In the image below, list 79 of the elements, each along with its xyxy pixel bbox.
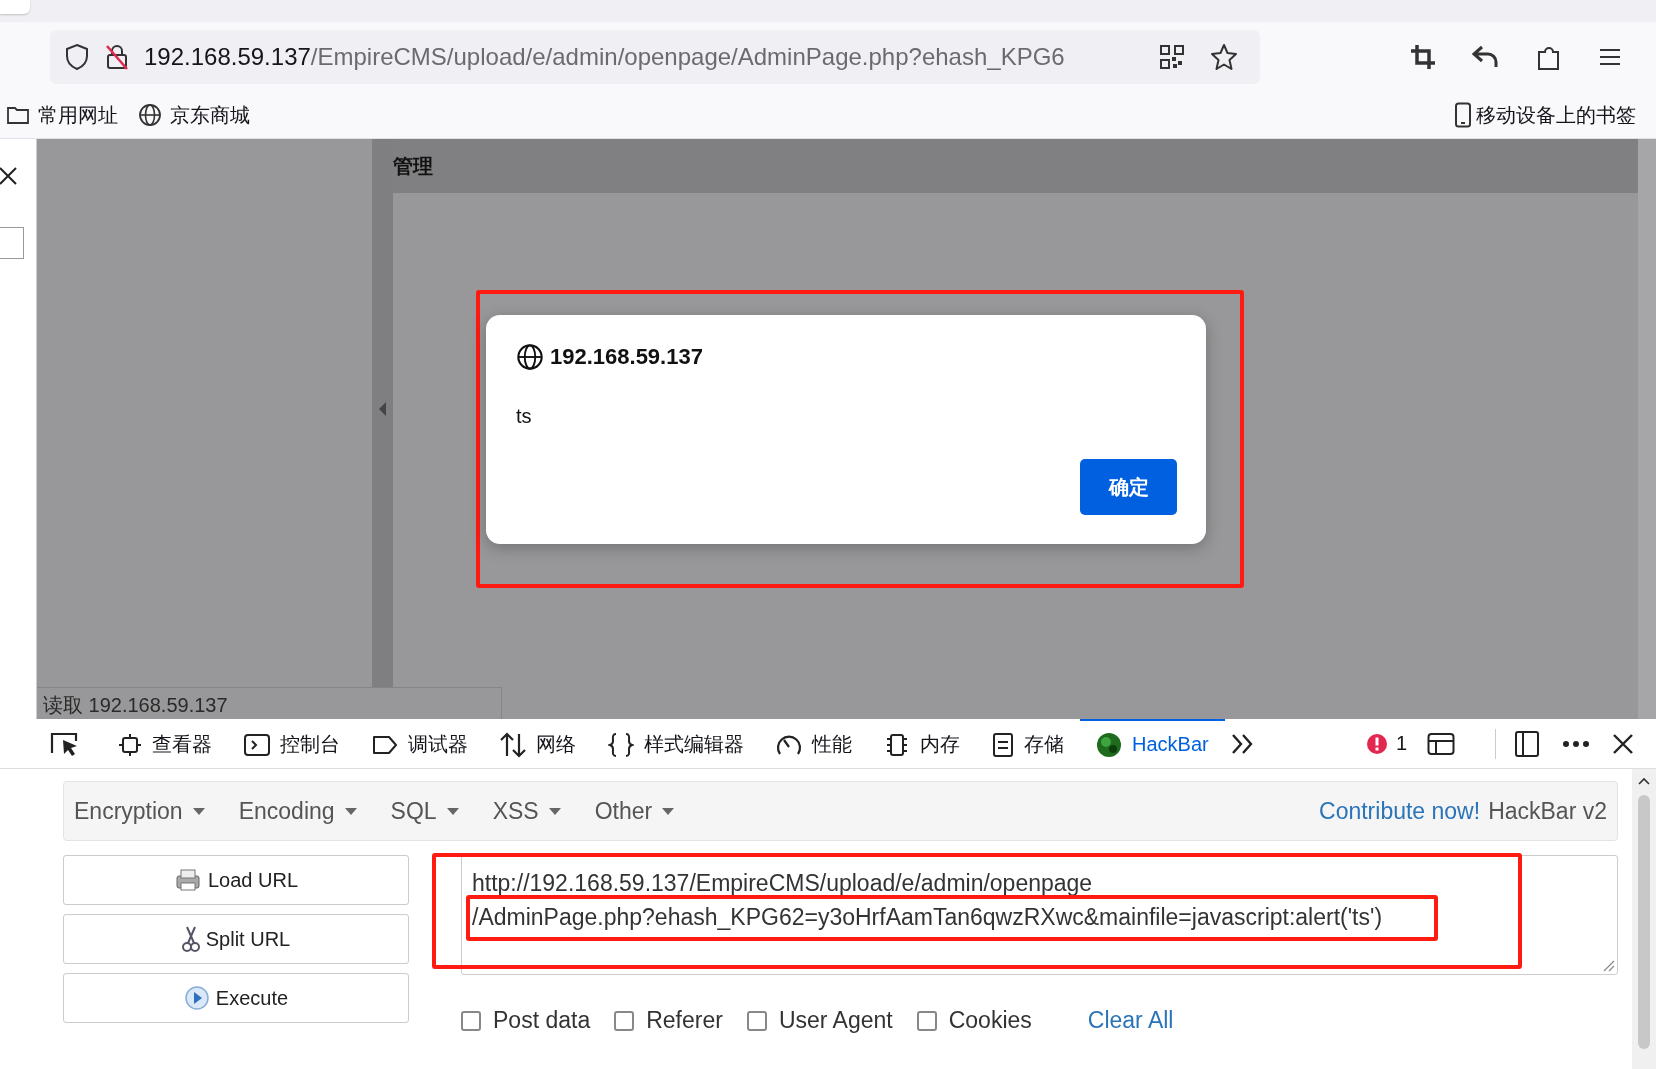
scrollbar-thumb[interactable]: [1638, 795, 1650, 1049]
mobile-bookmarks[interactable]: 移动设备上的书签: [1454, 101, 1636, 129]
checkbox[interactable]: [916, 1010, 937, 1031]
error-count[interactable]: 1: [1365, 732, 1407, 755]
phone-icon: [1454, 102, 1472, 128]
devtools-tab[interactable]: 存储: [976, 719, 1080, 768]
clear-all-link[interactable]: Clear All: [1087, 1007, 1174, 1034]
collapse-arrow-icon[interactable]: [378, 402, 387, 416]
dropdown-menu[interactable]: Encoding: [238, 797, 357, 825]
option-checkbox[interactable]: Cookies: [916, 1007, 1032, 1034]
star-icon[interactable]: [1210, 43, 1238, 71]
element-picker-icon[interactable]: [50, 730, 80, 757]
error-icon: [1365, 732, 1388, 755]
debugger-icon: [372, 733, 398, 756]
input-field[interactable]: [0, 227, 24, 259]
contribute-link[interactable]: Contribute now!: [1319, 797, 1481, 825]
inspector-icon: [118, 732, 142, 757]
caret-icon: [446, 807, 459, 815]
ok-button[interactable]: 确定: [1080, 459, 1177, 515]
caret-icon: [548, 807, 561, 815]
responsive-view-icon[interactable]: [1514, 729, 1540, 758]
dropdown-menu[interactable]: SQL: [390, 797, 459, 825]
bookmark-item[interactable]: 京东商城: [138, 101, 250, 129]
devtools-tab[interactable]: HackBar: [1080, 719, 1225, 768]
close-icon[interactable]: [1612, 732, 1634, 755]
caret-icon: [192, 807, 205, 815]
console-icon: [244, 732, 270, 757]
devtools-tab[interactable]: 调试器: [356, 719, 484, 768]
devtools-tab[interactable]: 网络: [484, 719, 592, 768]
checkbox[interactable]: [461, 1010, 481, 1031]
network-icon: [500, 731, 526, 758]
overflow-chevron-icon[interactable]: [1230, 732, 1255, 755]
url-input-field[interactable]: http://192.168.59.137/EmpireCMS/upload/e/admin/openpage /AdminPage.php?ehash_KPG62=y3oHrfAamTan6qwzRXwc&mainfile=javascript:alert('ts'): [461, 855, 1618, 975]
chip-icon: [884, 731, 910, 758]
version-label: HackBar v2: [1488, 797, 1607, 825]
checkbox[interactable]: [614, 1010, 635, 1031]
scissors-icon: [181, 925, 200, 953]
dropdown-menu[interactable]: Other: [594, 797, 675, 825]
braces-icon: [608, 731, 634, 758]
caret-icon: [662, 807, 675, 815]
action-button[interactable]: Load URL: [63, 855, 409, 905]
header-title: 管理: [393, 153, 433, 179]
scroll-up-icon[interactable]: [1638, 777, 1650, 785]
dialog-origin: 192.168.59.137: [550, 344, 703, 370]
more-options-icon[interactable]: [1562, 739, 1590, 748]
crop-icon[interactable]: [1410, 44, 1436, 70]
devtools-tab[interactable]: 控制台: [228, 719, 356, 768]
shield-icon[interactable]: [64, 43, 90, 71]
devtools-tab[interactable]: 内存: [868, 719, 976, 768]
dropdown-menu[interactable]: Encryption: [74, 797, 205, 825]
menu-icon[interactable]: [1598, 47, 1622, 67]
devtools-tab[interactable]: 性能: [760, 719, 868, 768]
dialog-message: ts: [516, 405, 533, 428]
back-icon[interactable]: [1472, 45, 1500, 69]
globe-icon: [138, 103, 162, 127]
bookmark-item[interactable]: 常用网址: [6, 101, 118, 129]
layout-icon[interactable]: [1427, 731, 1455, 756]
checkbox[interactable]: [746, 1010, 767, 1031]
qr-code-icon[interactable]: [1160, 45, 1184, 69]
devtools-tab[interactable]: 查看器: [102, 719, 228, 768]
devtools-tab[interactable]: 样式编辑器: [592, 719, 760, 768]
option-checkbox[interactable]: User Agent: [746, 1007, 893, 1034]
hackbar-logo-icon: [1096, 731, 1122, 758]
action-button[interactable]: Split URL: [63, 914, 409, 964]
folder-icon: [6, 105, 30, 125]
storage-icon: [992, 731, 1014, 758]
action-button[interactable]: Execute: [63, 973, 409, 1023]
address-bar[interactable]: 192.168.59.137/EmpireCMS/upload/e/admin/openpage/AdminPage.php?ehash_KPG6: [50, 30, 1260, 84]
insecure-lock-icon[interactable]: [104, 43, 130, 71]
resize-grip-icon[interactable]: [1601, 958, 1615, 972]
caret-icon: [344, 807, 357, 815]
status-tooltip: 读取 192.168.59.137: [37, 687, 502, 719]
close-icon[interactable]: [0, 166, 18, 186]
printer-icon: [173, 868, 202, 892]
dropdown-menu[interactable]: XSS: [492, 797, 561, 825]
globe-icon: [516, 343, 544, 371]
option-checkbox[interactable]: Post data: [461, 1007, 591, 1034]
play-icon: [183, 985, 210, 1011]
option-checkbox[interactable]: Referer: [614, 1007, 723, 1034]
